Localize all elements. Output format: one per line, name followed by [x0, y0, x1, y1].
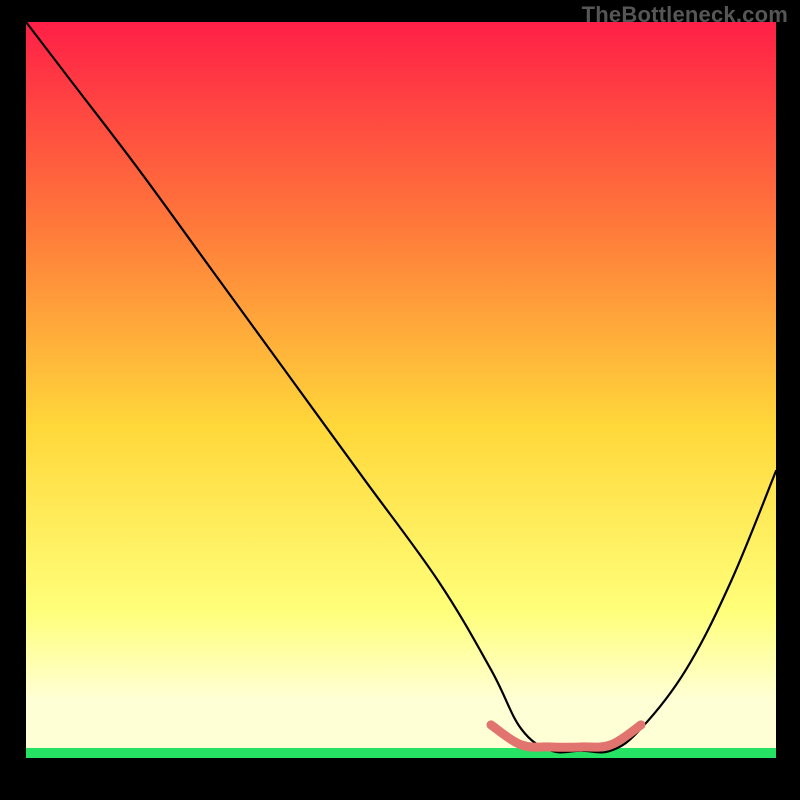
green-strip [26, 748, 776, 758]
chart-svg [26, 22, 776, 782]
chart-frame: TheBottleneck.com [0, 0, 800, 800]
gradient-background [26, 22, 776, 758]
